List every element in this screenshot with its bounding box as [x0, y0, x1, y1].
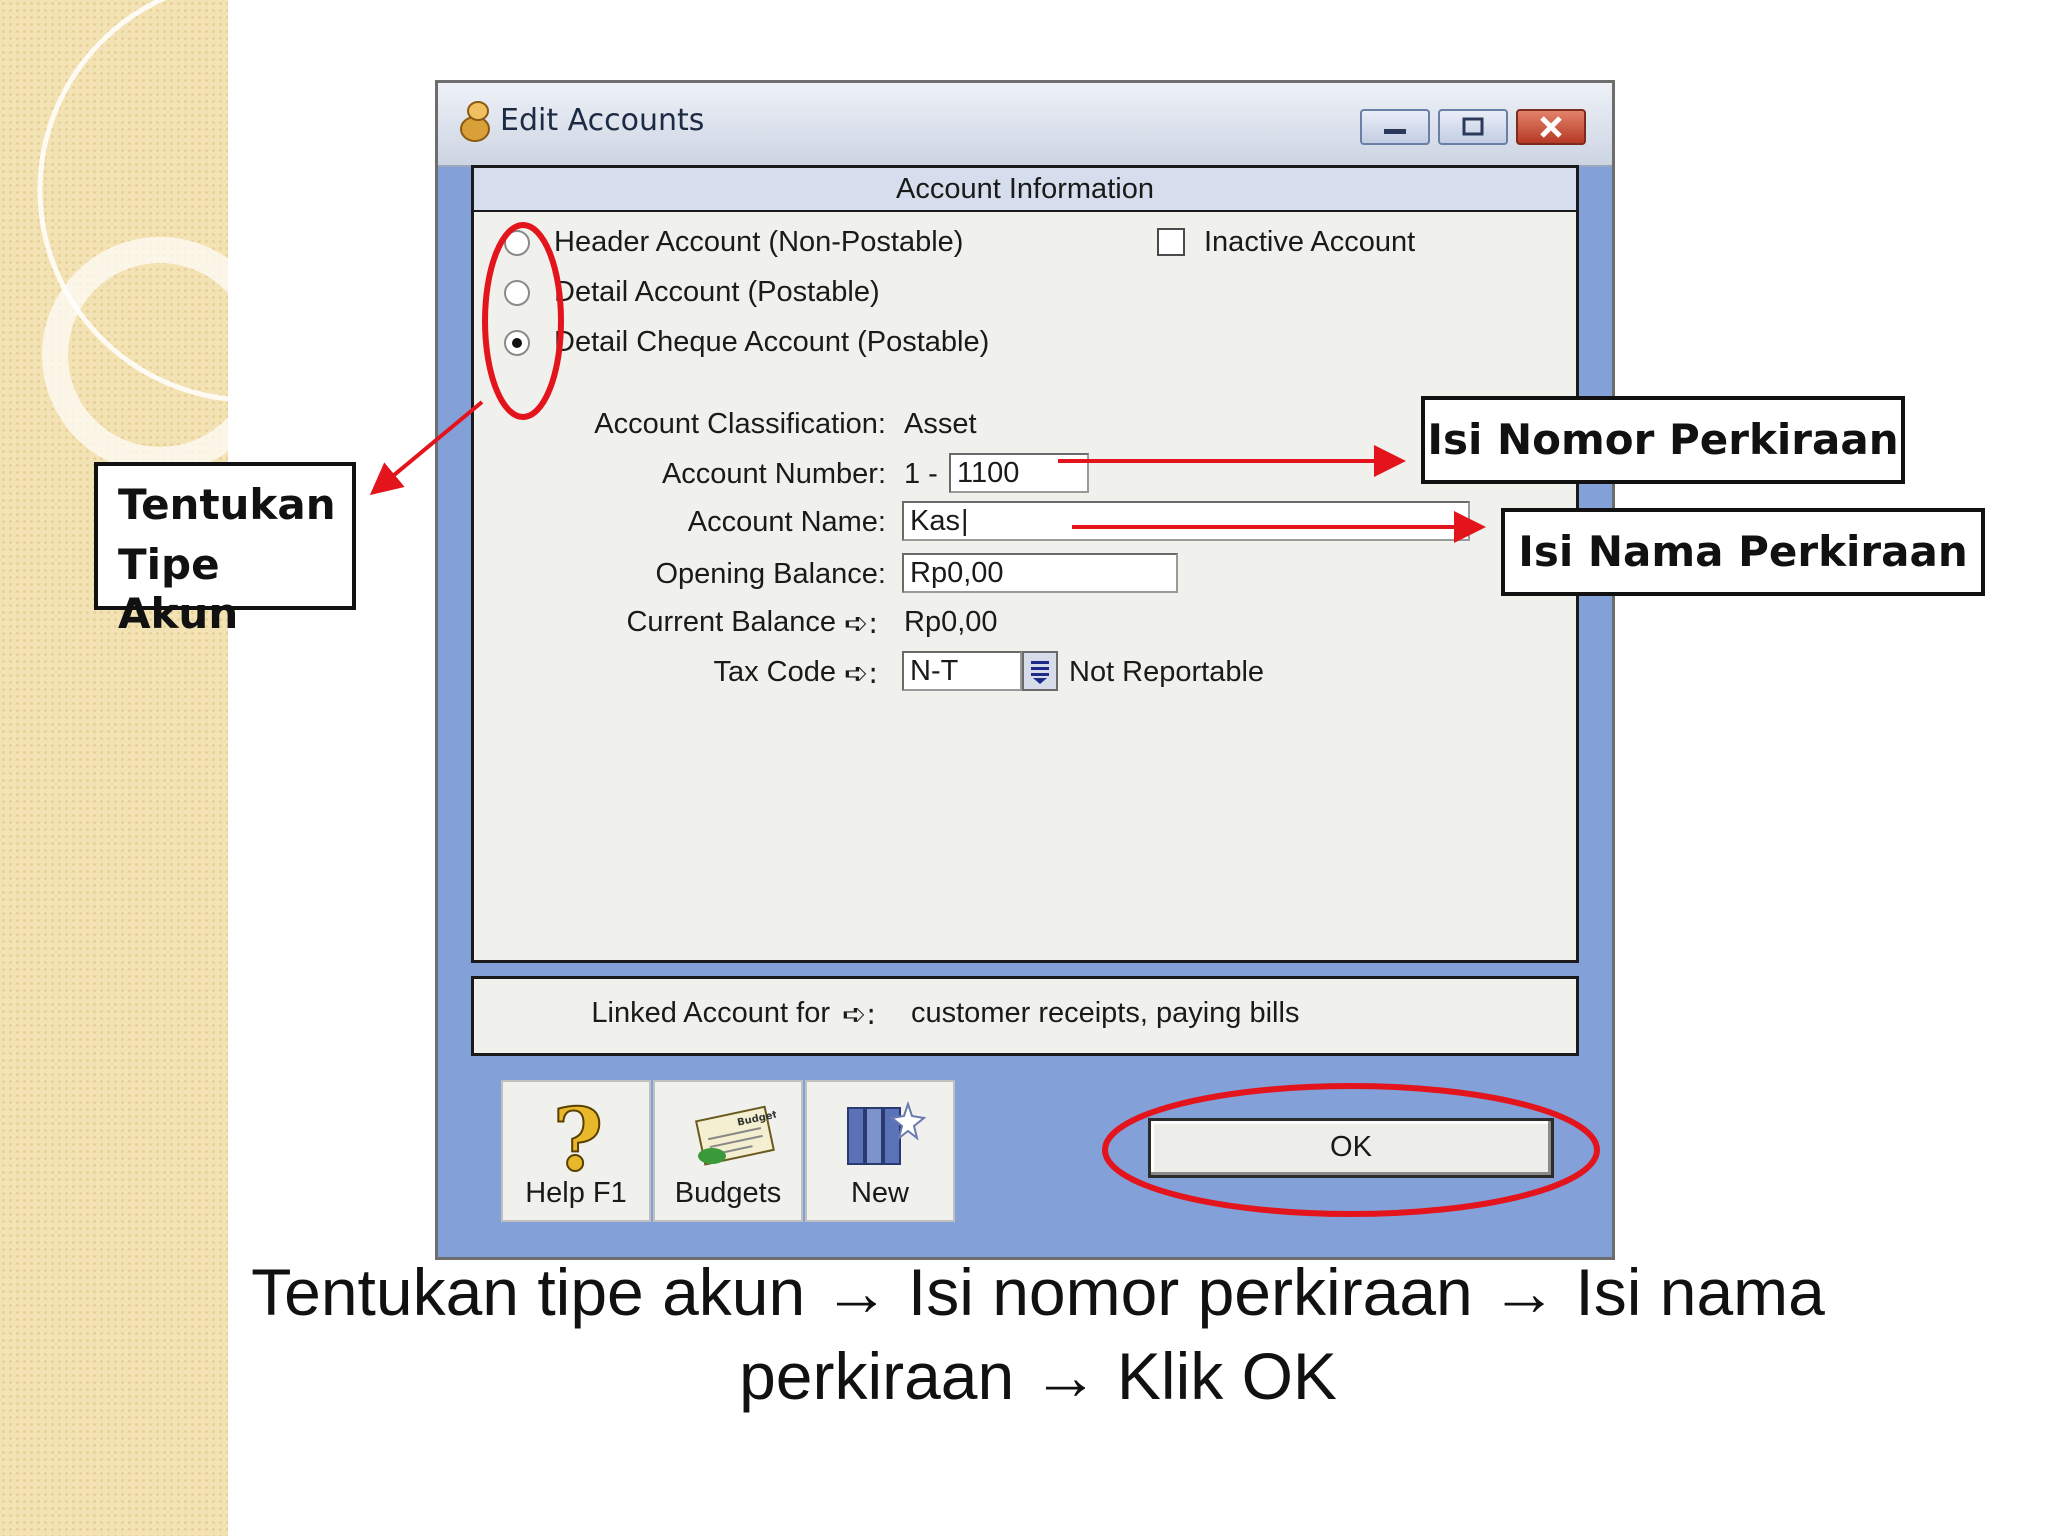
slide-decoration-circles	[37, 0, 260, 473]
linked-account-label: Linked Account for	[591, 997, 830, 1029]
list-icon	[1031, 661, 1049, 684]
accounts-icon	[460, 101, 490, 142]
tax-code-select[interactable]: N-T	[902, 651, 1022, 691]
maximize-button[interactable]	[1438, 109, 1508, 145]
caption-line2: perkiraan → Klik OK	[739, 1339, 1337, 1413]
tax-code-description: Not Reportable	[1069, 656, 1265, 688]
callout-tipe-line1: Tentukan	[118, 480, 336, 529]
radio-detail-account[interactable]	[504, 280, 530, 306]
account-number-prefix: 1 -	[904, 458, 938, 490]
callout-isi-nomor-perkiraan: Isi Nomor Perkiraan	[1421, 396, 1905, 484]
account-name-label: Account Name:	[687, 506, 886, 538]
help-button-label: Help F1	[525, 1177, 627, 1209]
inactive-account-label: Inactive Account	[1204, 226, 1416, 258]
budgets-button-label: Budgets	[674, 1177, 782, 1209]
window-title: Edit Accounts	[500, 103, 705, 138]
close-icon	[1540, 116, 1562, 138]
current-balance-zoom-arrow[interactable]: ➪:	[844, 606, 878, 640]
linked-account-value: customer receipts, paying bills	[911, 997, 1300, 1029]
radio-detail-cheque-account[interactable]	[504, 330, 530, 356]
close-button[interactable]	[1516, 109, 1586, 145]
opening-balance-input[interactable]: Rp0,00	[902, 553, 1178, 593]
tax-code-zoom-arrow[interactable]: ➪:	[844, 656, 878, 690]
radio-detail-cheque-account-label: Detail Cheque Account (Postable)	[554, 326, 990, 358]
radio-detail-account-label: Detail Account (Postable)	[554, 276, 880, 308]
radio-header-account[interactable]	[504, 230, 530, 256]
tax-code-label: Tax Code	[713, 656, 836, 688]
new-button[interactable]: New	[805, 1080, 955, 1222]
svg-text:?: ?	[553, 1094, 603, 1178]
new-button-label: New	[850, 1177, 909, 1209]
account-number-input[interactable]: 1100	[949, 453, 1089, 493]
new-account-icon	[847, 1100, 927, 1165]
callout-isi-nama-perkiraan: Isi Nama Perkiraan	[1501, 508, 1985, 596]
callout-tipe-line2: Tipe Akun	[118, 540, 239, 638]
caption-line1: Tentukan tipe akun → Isi nomor perkiraan…	[251, 1255, 1825, 1329]
radio-header-account-label: Header Account (Non-Postable)	[554, 226, 964, 258]
title-bar: Edit Accounts	[438, 83, 1612, 167]
linked-account-panel: Linked Account for ➪: customer receipts,…	[471, 976, 1579, 1056]
classification-label: Account Classification:	[594, 408, 886, 440]
callout-tentukan-tipe-akun: Tentukan Tipe Akun	[94, 462, 356, 638]
help-question-icon: ?	[552, 1094, 604, 1178]
opening-balance-label: Opening Balance:	[655, 558, 886, 590]
current-balance-label: Current Balance	[626, 606, 836, 638]
tax-code-dropdown-button[interactable]	[1022, 651, 1058, 691]
edit-accounts-window: Edit Accounts Account Information Header…	[435, 80, 1615, 1260]
inactive-account-checkbox[interactable]	[1157, 228, 1185, 256]
budget-icon: Budget	[694, 1105, 776, 1166]
classification-value: Asset	[904, 408, 977, 440]
help-button[interactable]: ? Help F1	[501, 1080, 651, 1222]
budgets-button[interactable]: Budget Budgets	[653, 1080, 803, 1222]
minimize-icon	[1384, 129, 1406, 134]
ok-button[interactable]: OK	[1148, 1118, 1554, 1178]
linked-account-zoom-arrow[interactable]: ➪:	[842, 997, 876, 1031]
account-name-input[interactable]: Kas	[902, 501, 1470, 541]
account-number-label: Account Number:	[661, 458, 886, 490]
minimize-button[interactable]	[1360, 109, 1430, 145]
current-balance-value: Rp0,00	[904, 606, 998, 638]
maximize-icon	[1462, 117, 1484, 136]
panel-title: Account Information	[474, 168, 1576, 212]
account-information-panel: Account Information Header Account (Non-…	[471, 165, 1579, 963]
instruction-caption: Tentukan tipe akun → Isi nomor perkiraan…	[218, 1250, 1858, 1418]
